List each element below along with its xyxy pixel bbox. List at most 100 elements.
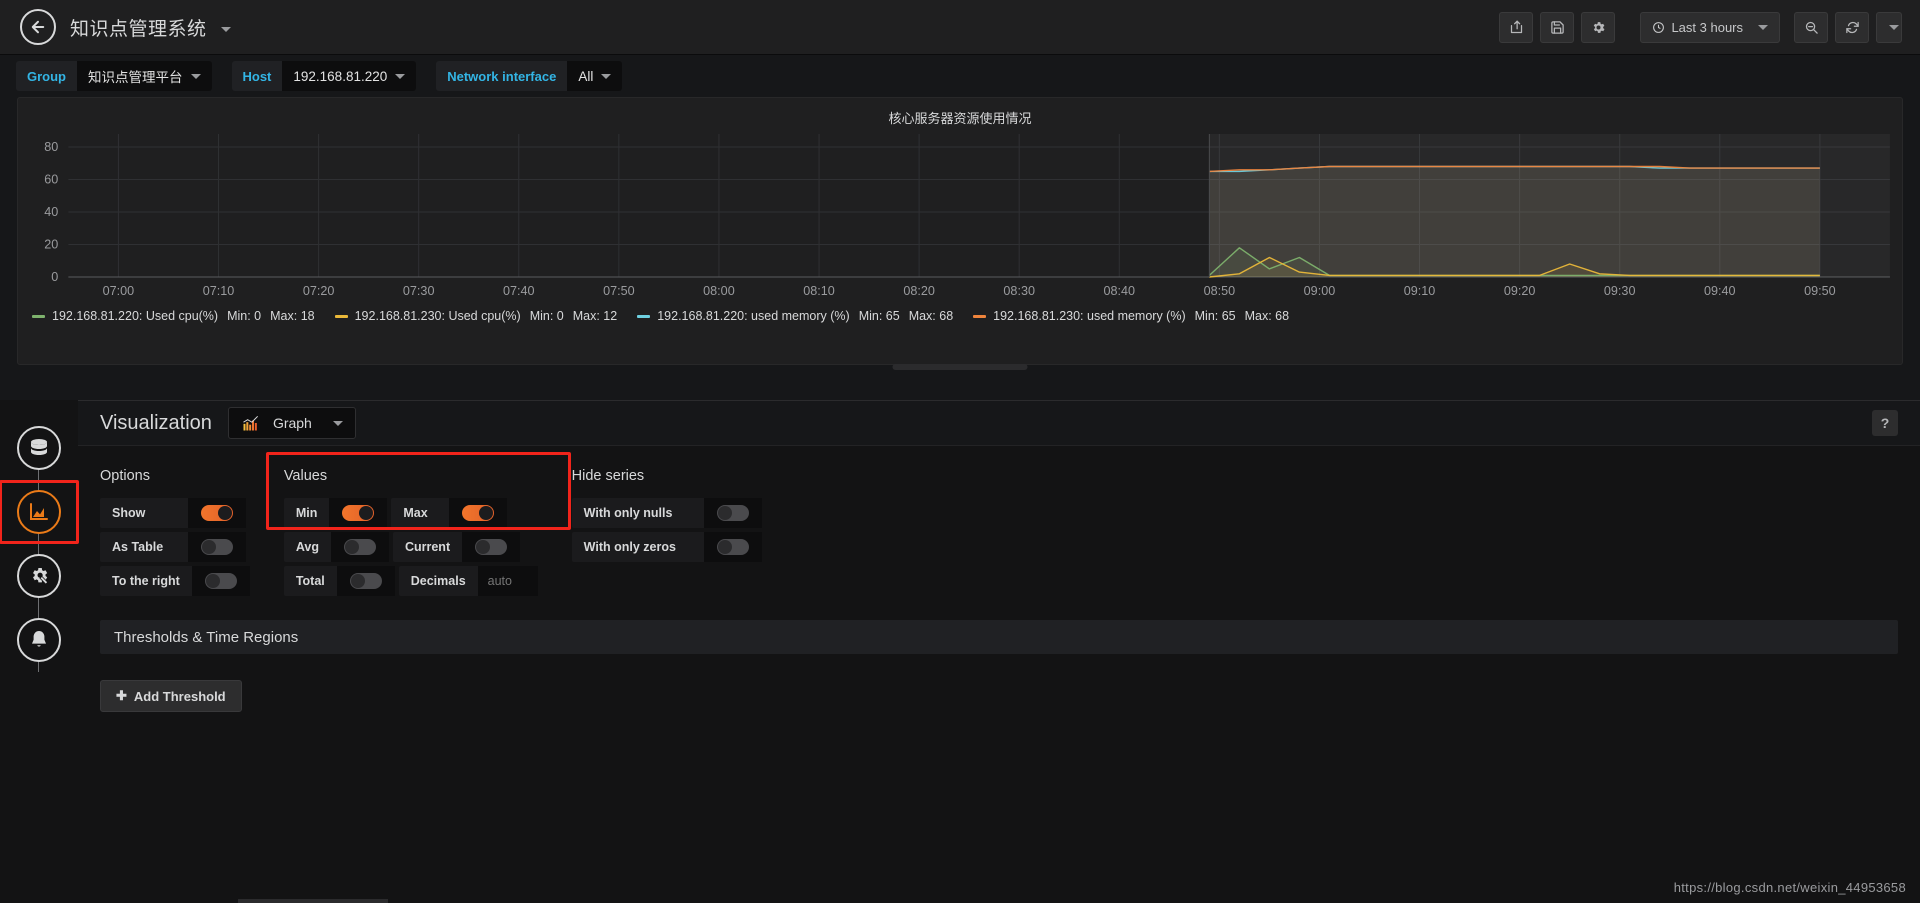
legend-option-row: As Table: [100, 532, 250, 562]
svg-text:20: 20: [44, 238, 58, 252]
watermark-text: https://blog.csdn.net/weixin_44953658: [1673, 880, 1906, 895]
plus-icon: ✚: [116, 688, 127, 703]
toggle-hitbox[interactable]: [329, 498, 388, 528]
toggle-hitbox[interactable]: [188, 532, 246, 562]
toggle-switch[interactable]: [462, 505, 495, 521]
chevron-down-icon: [190, 73, 201, 79]
legend-option-with-only-zeros[interactable]: With only zeros: [571, 532, 762, 562]
legend-editor: Options Show As Table To the right Values …: [78, 446, 1920, 606]
time-range-picker[interactable]: Last 3 hours: [1640, 11, 1780, 43]
refresh-button[interactable]: [1835, 11, 1869, 43]
editor-section-title: Visualization: [100, 411, 212, 434]
legend-option-to-the-right[interactable]: To the right: [100, 566, 250, 596]
legend-item[interactable]: 192.168.81.220: used memory (%) Min: 65 Ma…: [637, 309, 953, 323]
toggle-switch[interactable]: [342, 505, 375, 521]
chevron-down-icon: [221, 26, 232, 32]
template-var-group-value-text: 知识点管理平台: [88, 70, 183, 85]
add-threshold-button[interactable]: ✚ Add Threshold: [100, 680, 242, 712]
values-title: Values: [283, 468, 328, 484]
share-dashboard-button[interactable]: [1499, 11, 1534, 43]
template-variables-bar: Group 知识点管理平台 Host 192.168.81.220 Networ…: [0, 55, 1920, 97]
legend-option-total[interactable]: Total: [283, 566, 395, 596]
legend-values-row: Total Decimals: [283, 566, 538, 596]
toggle-switch[interactable]: [201, 505, 233, 521]
legend-values-row: Min Max: [283, 498, 538, 528]
clock-icon: [1653, 21, 1665, 33]
toggle-switch[interactable]: [716, 505, 749, 521]
toggle-hitbox[interactable]: [703, 498, 762, 528]
visualization-type-select[interactable]: Graph: [227, 407, 356, 439]
legend-series-name: 192.168.81.220: Used cpu(%): [52, 309, 219, 323]
template-var-network-interface-value[interactable]: All: [567, 61, 623, 91]
template-var-host-value[interactable]: 192.168.81.220: [282, 61, 417, 91]
toggle-hitbox[interactable]: [703, 532, 762, 562]
legend-option-current[interactable]: Current: [392, 532, 521, 562]
chevron-down-icon: [395, 73, 406, 79]
legend-option-decimals[interactable]: Decimals: [398, 566, 538, 596]
back-button[interactable]: [20, 9, 56, 45]
toggle-switch[interactable]: [343, 539, 376, 555]
toggle-hitbox[interactable]: [188, 498, 246, 528]
template-var-group-value[interactable]: 知识点管理平台: [77, 61, 212, 91]
legend-option-with-only-nulls[interactable]: With only nulls: [571, 498, 762, 528]
svg-text:07:20: 07:20: [303, 284, 335, 298]
legend-color-swatch: [637, 314, 651, 318]
template-var-host-value-text: 192.168.81.220: [293, 68, 388, 84]
toggle-hitbox[interactable]: [336, 566, 395, 596]
toggle-switch[interactable]: [349, 573, 382, 589]
sidebar-tab-alert[interactable]: [17, 618, 61, 662]
legend-option-avg[interactable]: Avg: [283, 532, 389, 562]
toggle-switch[interactable]: [204, 573, 237, 589]
toggle-switch[interactable]: [201, 539, 233, 555]
toggle-knob: [205, 574, 220, 588]
legend-option-show[interactable]: Show: [100, 498, 246, 528]
svg-text:09:50: 09:50: [1804, 284, 1836, 298]
legend-stat-min: Min: 65: [1194, 309, 1236, 323]
navbar-actions: Last 3 hours: [1499, 11, 1902, 43]
toggle-switch[interactable]: [716, 539, 749, 555]
toggle-switch[interactable]: [475, 539, 508, 555]
legend-color-swatch: [334, 314, 348, 318]
save-dashboard-button[interactable]: [1540, 11, 1575, 43]
top-navbar: 知识点管理系统 Last 3 hours: [0, 0, 1920, 55]
graph-plot-area[interactable]: 0 20 40 60 80 07:00 07:10 07:20 07:30 07:40 07:50 0…: [22, 128, 1898, 303]
zoom-out-button[interactable]: [1794, 11, 1828, 43]
refresh-interval-dropdown[interactable]: [1876, 11, 1902, 43]
add-threshold-label: Add Threshold: [133, 688, 226, 704]
panel-resize-handle[interactable]: [892, 364, 1028, 370]
legend-option-as-table[interactable]: As Table: [100, 532, 246, 562]
legend-item[interactable]: 192.168.81.230: used memory (%) Min: 65 Ma…: [973, 309, 1289, 323]
sidebar-tab-visualization[interactable]: [17, 490, 61, 534]
legend-item[interactable]: 192.168.81.220: Used cpu(%) Min: 0 Max: 18: [32, 309, 315, 323]
template-var-host: Host 192.168.81.220: [231, 61, 417, 91]
legend-item[interactable]: 192.168.81.230: Used cpu(%) Min: 0 Max: 12: [334, 309, 617, 323]
svg-text:08:10: 08:10: [803, 284, 835, 298]
time-range-label: Last 3 hours: [1671, 19, 1743, 35]
editor-help-button[interactable]: ?: [1872, 410, 1898, 436]
dashboard-title-wrap[interactable]: 知识点管理系统: [70, 14, 232, 41]
sidebar-tab-queries[interactable]: [17, 426, 61, 470]
svg-text:08:20: 08:20: [903, 284, 935, 298]
svg-text:09:20: 09:20: [1504, 284, 1536, 298]
legend-stat-min: Min: 0: [227, 309, 262, 323]
zoom-out-icon: [1805, 21, 1818, 34]
toggle-hitbox[interactable]: [449, 498, 508, 528]
chevron-down-icon: [332, 420, 343, 426]
options-title: Options: [100, 468, 150, 484]
toggle-hitbox[interactable]: [191, 566, 250, 596]
area-chart-icon: [30, 503, 48, 520]
toggle-hitbox[interactable]: [462, 532, 521, 562]
svg-text:07:10: 07:10: [203, 284, 235, 298]
decimals-input[interactable]: [477, 566, 538, 596]
legend-options-group: Options Show As Table To the right: [100, 468, 250, 596]
chevron-down-icon: [1888, 24, 1899, 30]
legend-option-max[interactable]: Max: [391, 498, 508, 528]
legend-option-min[interactable]: Min: [283, 498, 388, 528]
legend-values-group: Values Min Max Avg Current Total Decimals: [265, 452, 571, 596]
panel-title: 核心服务器资源使用情况: [888, 111, 1032, 126]
sidebar-tab-general[interactable]: [17, 554, 61, 598]
thresholds-section-header[interactable]: Thresholds & Time Regions: [100, 620, 1898, 654]
dashboard-settings-button[interactable]: [1581, 11, 1616, 43]
toggle-hitbox[interactable]: [330, 532, 389, 562]
share-icon: [1510, 20, 1523, 33]
